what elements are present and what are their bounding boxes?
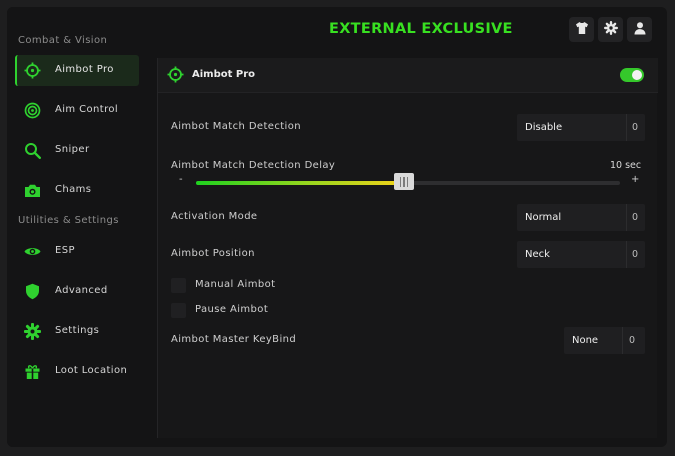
pause-aimbot-label: Pause Aimbot: [195, 304, 269, 315]
master-keybind-label: Aimbot Master KeyBind: [171, 334, 297, 345]
sidebar-item-label: Advanced: [55, 285, 108, 296]
activation-mode-select[interactable]: Normal 0: [517, 204, 645, 231]
slider-value: 10 sec: [610, 160, 642, 171]
section-title-utilities: Utilities & Settings: [18, 215, 119, 226]
delay-slider-thumb[interactable]: [394, 173, 414, 190]
sidebar-item-label: Aim Control: [55, 104, 119, 115]
select-value: None: [572, 335, 599, 346]
sidebar-item-loot-location[interactable]: Loot Location: [15, 356, 139, 387]
sidebar-item-label: Sniper: [55, 144, 90, 155]
settings-button[interactable]: [598, 17, 623, 42]
match-detection-label: Aimbot Match Detection: [171, 121, 301, 132]
pause-aimbot-checkbox[interactable]: [171, 303, 186, 318]
sidebar-item-esp[interactable]: ESP: [15, 236, 139, 267]
target-icon: [24, 102, 41, 119]
sidebar-item-label: Chams: [55, 184, 92, 195]
sidebar-item-aim-control[interactable]: Aim Control: [15, 95, 139, 126]
match-detection-select[interactable]: Disable 0: [517, 114, 645, 141]
sidebar-item-label: Aimbot Pro: [55, 64, 114, 75]
keybind-value: 0: [632, 122, 639, 133]
sidebar-item-sniper[interactable]: Sniper: [15, 135, 139, 166]
crosshair-icon: [167, 66, 184, 87]
select-value: Disable: [525, 122, 563, 133]
profile-button[interactable]: [627, 17, 652, 42]
skins-button[interactable]: [569, 17, 594, 42]
gear-icon: [603, 20, 618, 39]
eye-icon: [24, 243, 41, 260]
crosshair-icon: [24, 62, 41, 79]
divider: [626, 204, 627, 231]
gift-icon: [24, 363, 41, 380]
sidebar-item-label: ESP: [55, 245, 75, 256]
toggle-knob: [632, 70, 642, 80]
keybind-value: 0: [632, 249, 639, 260]
delay-slider-fill: [196, 181, 404, 185]
camera-icon: [24, 182, 41, 199]
divider: [626, 241, 627, 268]
shirt-icon: [575, 20, 589, 39]
master-keybind-select[interactable]: None 0: [564, 327, 645, 354]
activation-mode-label: Activation Mode: [171, 211, 258, 222]
select-value: Neck: [525, 249, 550, 260]
app-title: EXTERNAL EXCLUSIVE: [329, 21, 513, 37]
select-value: Normal: [525, 212, 562, 223]
sidebar-item-advanced[interactable]: Advanced: [15, 276, 139, 307]
slider-minus[interactable]: -: [179, 174, 183, 185]
aimbot-pro-toggle[interactable]: [620, 68, 644, 82]
section-title-combat: Combat & Vision: [18, 35, 108, 46]
shield-icon: [24, 283, 41, 300]
divider: [622, 327, 623, 354]
keybind-value: 0: [629, 335, 636, 346]
keybind-value: 0: [632, 212, 639, 223]
sidebar-item-aimbot-pro[interactable]: Aimbot Pro: [15, 55, 139, 86]
sidebar-item-label: Settings: [55, 325, 100, 336]
aimbot-pro-panel: Aimbot Pro Aimbot Match Detection Disabl…: [157, 58, 658, 438]
user-icon: [633, 20, 647, 39]
manual-aimbot-label: Manual Aimbot: [195, 279, 276, 290]
slider-plus[interactable]: +: [631, 174, 639, 185]
magnifier-icon: [24, 142, 41, 159]
panel-header: Aimbot Pro: [158, 58, 658, 93]
sidebar-item-chams[interactable]: Chams: [15, 175, 139, 206]
detection-delay-label: Aimbot Match Detection Delay: [171, 160, 336, 171]
aimbot-position-label: Aimbot Position: [171, 248, 255, 259]
divider: [626, 114, 627, 141]
app-window: Combat & Vision Aimbot Pro Aim Control S…: [7, 7, 667, 447]
sidebar: Combat & Vision Aimbot Pro Aim Control S…: [7, 7, 147, 447]
panel-title: Aimbot Pro: [192, 69, 256, 80]
sidebar-item-label: Loot Location: [55, 365, 128, 376]
gear-icon: [24, 323, 41, 340]
sidebar-item-settings[interactable]: Settings: [15, 316, 139, 347]
manual-aimbot-checkbox[interactable]: [171, 278, 186, 293]
aimbot-position-select[interactable]: Neck 0: [517, 241, 645, 268]
